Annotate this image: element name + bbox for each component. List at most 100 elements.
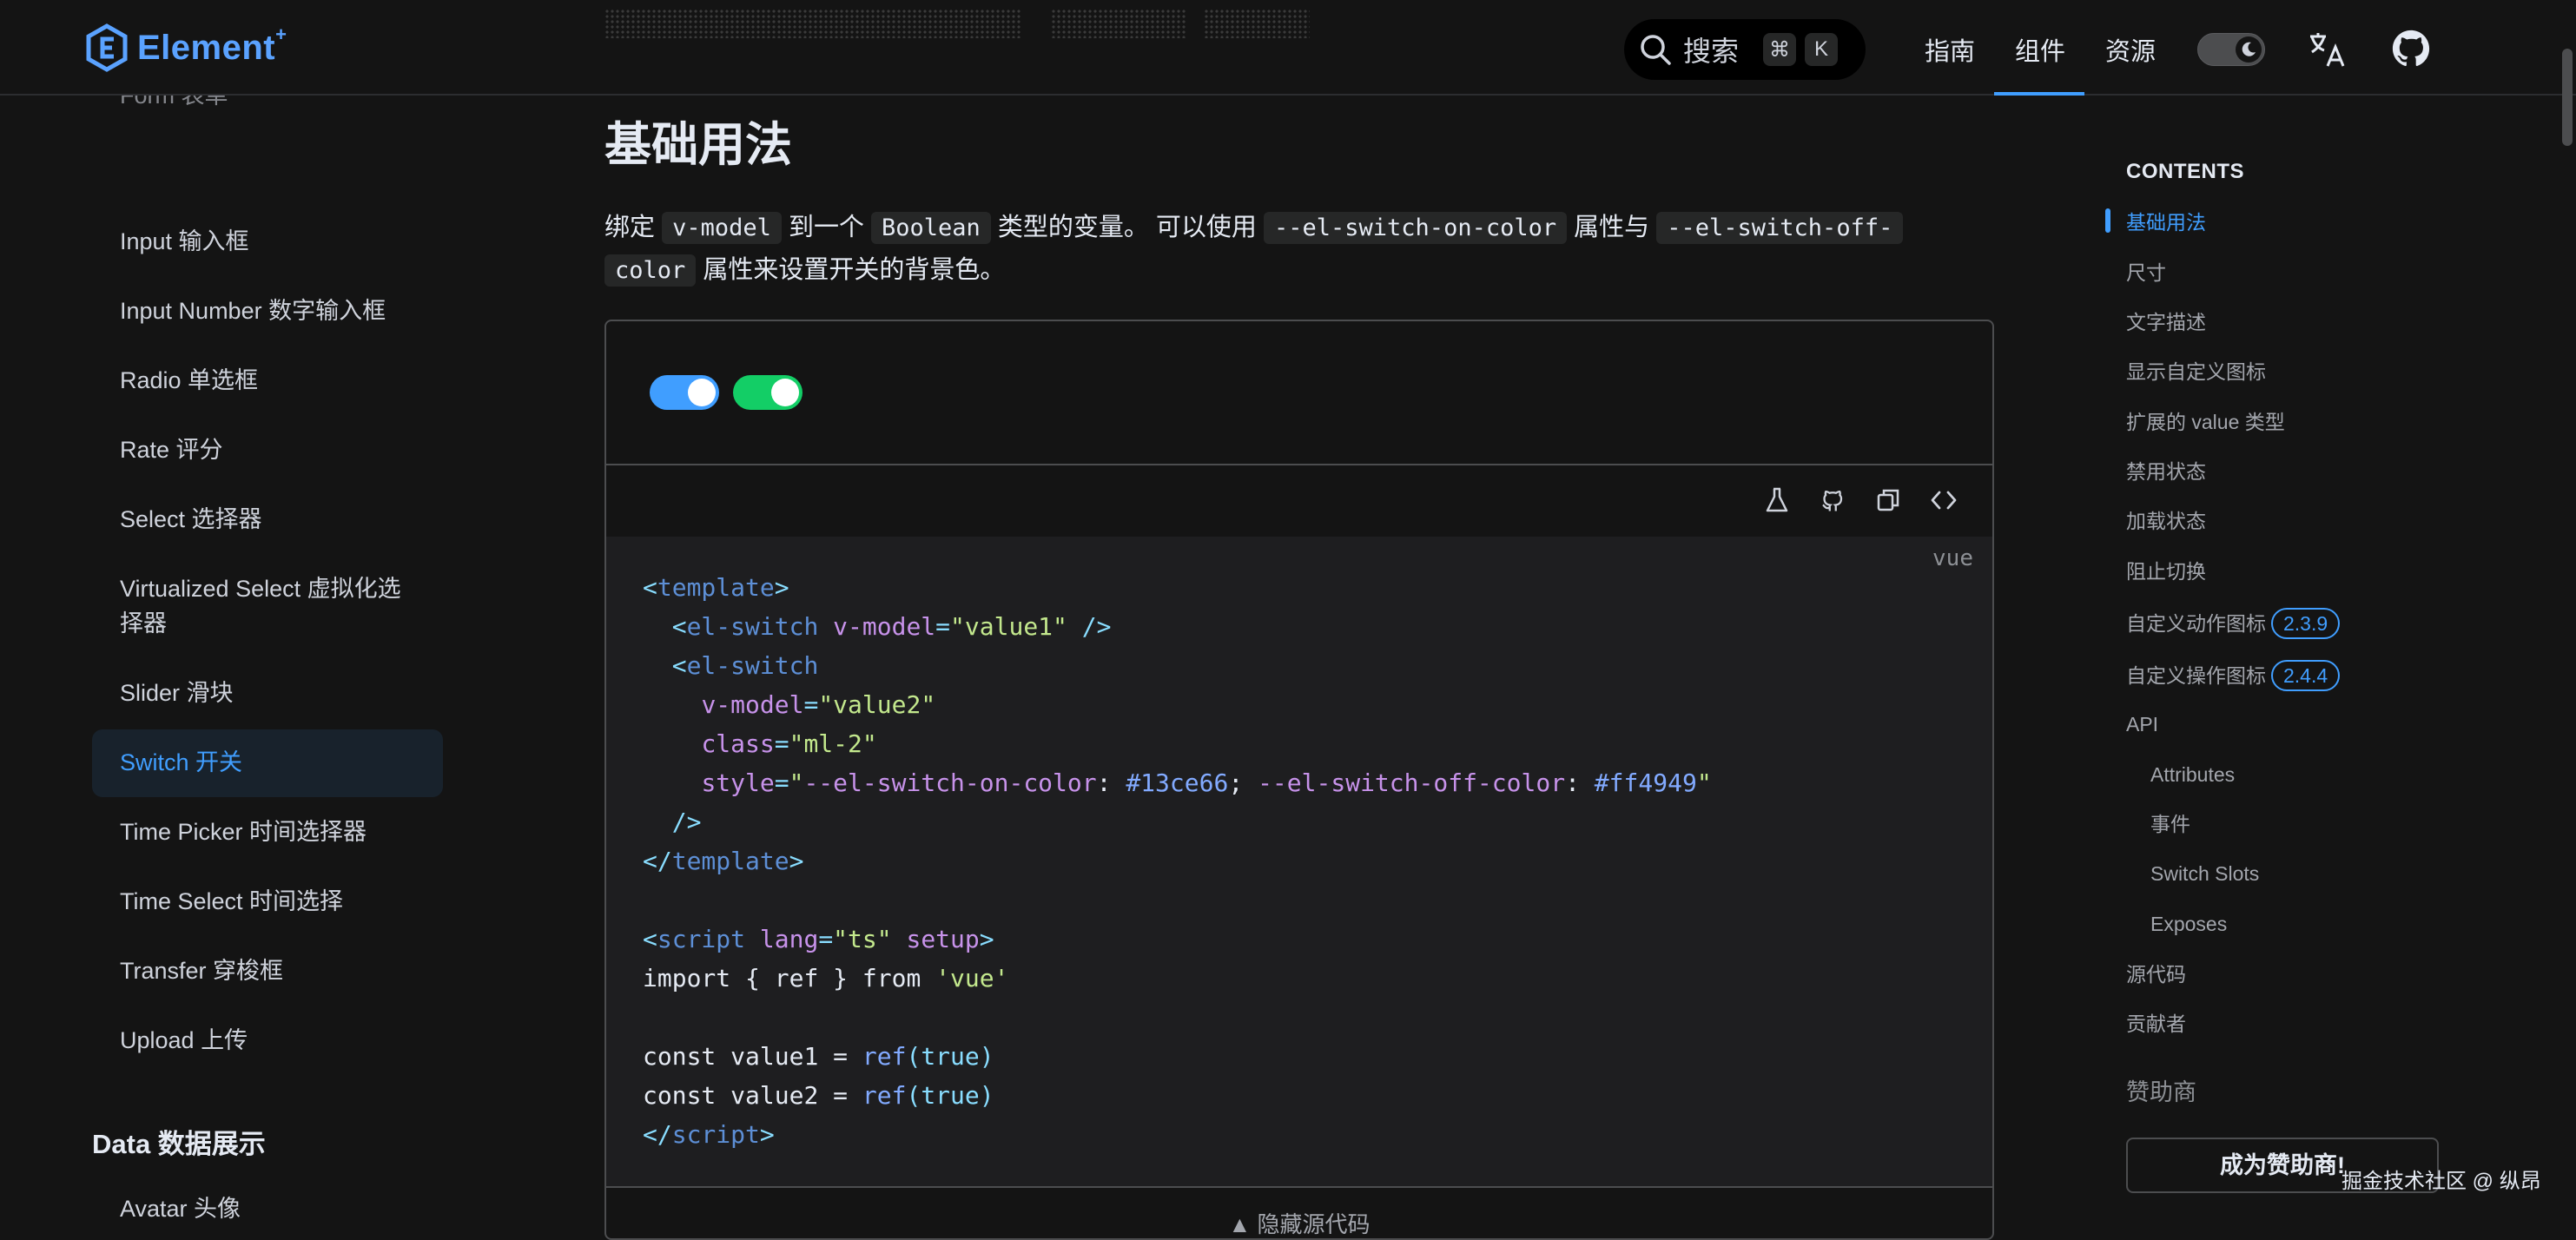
copy-code-icon[interactable] [1873, 485, 1904, 516]
toc-active-indicator [2105, 208, 2110, 233]
inline-code: --el-switch-on-color [1264, 212, 1568, 244]
sponsor-label: 赞助商 [2126, 1079, 2196, 1105]
toc-item[interactable]: 贡献者 [2126, 1010, 2186, 1038]
code-line: const value1 = ref(true) [643, 1042, 994, 1071]
sidebar-item-virtualized-select[interactable]: Virtualized Select 虚拟化选 择器 [120, 571, 401, 641]
toc-item-label: API [2126, 713, 2159, 735]
toc-item[interactable]: Switch Slots [2150, 860, 2259, 887]
hide-source-button[interactable]: ▲ 隐藏源代码 [606, 1186, 1992, 1238]
nav-components[interactable]: 组件 [2015, 31, 2065, 68]
toc-item[interactable]: Exposes [2150, 910, 2227, 938]
toc-item-label: 事件 [2150, 813, 2190, 835]
sidebar: Form 表单 Input 输入框 Input Number 数字输入框 Rad… [0, 96, 469, 1223]
switch-knob [771, 379, 799, 406]
nav-guide[interactable]: 指南 [1925, 31, 1975, 68]
search-button[interactable]: 搜索 ⌘ K [1624, 19, 1866, 80]
github-icon[interactable] [2392, 30, 2430, 68]
sidebar-item-input[interactable]: Input 输入框 [120, 224, 249, 259]
view-source-icon[interactable] [1928, 485, 1959, 516]
desc-text: 属性来设置开关的背景色。 [703, 256, 1006, 284]
sidebar-item-form-partial[interactable]: Form 表单 [120, 96, 228, 113]
switch-knob [688, 379, 716, 406]
code-block: vue <template> <el-switch v-model="value… [606, 537, 1992, 1186]
toc-item[interactable]: 文字描述 [2126, 308, 2206, 336]
element-plus-logo[interactable]: Element+ [85, 23, 287, 73]
toc-item-label: 加载状态 [2126, 510, 2206, 532]
page-scrollbar[interactable] [2562, 49, 2573, 146]
toc-item-label: 禁用状态 [2126, 460, 2206, 483]
sidebar-item-select[interactable]: Select 选择器 [120, 502, 262, 537]
caret-up-icon: ▲ [1228, 1211, 1258, 1237]
code-line: class="ml-2" [701, 729, 877, 758]
search-label: 搜索 [1683, 36, 1740, 67]
toc-item[interactable]: 尺寸 [2126, 259, 2166, 287]
search-icon [1641, 35, 1671, 65]
toc-item[interactable]: Attributes [2150, 761, 2235, 788]
toc-item[interactable]: 扩展的 value 类型 [2126, 408, 2285, 436]
code-line: </script> [643, 1120, 775, 1149]
github-source-icon[interactable] [1817, 485, 1848, 516]
sidebar-item-upload[interactable]: Upload 上传 [120, 1023, 248, 1058]
shortcut-k-key: K [1805, 33, 1839, 66]
toc-item[interactable]: 禁用状态 [2126, 458, 2206, 485]
demo-block: vue <template> <el-switch v-model="value… [604, 320, 1994, 1240]
sidebar-item-time-picker[interactable]: Time Picker 时间选择器 [120, 815, 367, 849]
code-line: import { ref } from 'vue' [643, 964, 1009, 993]
switch-value2[interactable] [733, 375, 803, 410]
sidebar-item-label-line2: 择器 [120, 610, 167, 636]
sidebar-item-rate[interactable]: Rate 评分 [120, 432, 223, 467]
code-line: <el-switch v-model="value1" /> [671, 612, 1112, 641]
desc-text: 类型的变量。 可以使用 [997, 214, 1257, 241]
desc-text: 绑定 [604, 214, 656, 241]
sidebar-item-slider[interactable]: Slider 滑块 [120, 676, 234, 710]
toc-item-label: 显示自定义图标 [2126, 360, 2266, 383]
header-decoration [1204, 9, 1310, 38]
top-navbar: Element+ 搜索 ⌘ K 指南 组件 资源 [0, 0, 2576, 96]
inline-code: Boolean [871, 212, 991, 244]
switch-value1[interactable] [650, 375, 719, 410]
inline-code: --el-switch-off- [1656, 212, 1904, 244]
section-description: 绑定 v-model 到一个 Boolean 类型的变量。 可以使用 --el-… [604, 207, 1959, 292]
sidebar-item-input-number[interactable]: Input Number 数字输入框 [120, 294, 386, 328]
toc-item-label: Switch Slots [2150, 862, 2260, 885]
sidebar-item-transfer[interactable]: Transfer 穿梭框 [120, 953, 283, 988]
sidebar-item-radio[interactable]: Radio 单选框 [120, 363, 258, 398]
toc-item[interactable]: API [2126, 710, 2158, 738]
section-heading: 基础用法 [604, 119, 792, 171]
toc-item[interactable]: 自定义操作图标 2.4.4 [2126, 660, 2341, 691]
sidebar-item-avatar[interactable]: Avatar 头像 [120, 1191, 241, 1223]
moon-icon [2242, 42, 2256, 56]
toc-item[interactable]: 加载状态 [2126, 507, 2206, 535]
toc-item[interactable]: 阻止切换 [2126, 557, 2206, 585]
demo-preview [606, 321, 1992, 465]
code-line: style="--el-switch-on-color: #13ce66; --… [701, 768, 1712, 797]
sidebar-item-time-select[interactable]: Time Select 时间选择 [120, 884, 343, 919]
toc-item[interactable]: 事件 [2150, 810, 2190, 838]
header-decoration [604, 9, 1021, 38]
nav-resources[interactable]: 资源 [2105, 31, 2156, 68]
toc-item[interactable]: 基础用法 [2126, 208, 2206, 236]
code-line: <script lang="ts" setup> [643, 925, 994, 953]
sidebar-group-data: Data 数据展示 [92, 1129, 266, 1159]
code-line: <template> [643, 573, 789, 602]
toc-item[interactable]: 源代码 [2126, 960, 2186, 988]
code-line: <el-switch [671, 651, 819, 680]
toc-item-label: 源代码 [2126, 963, 2186, 986]
translate-icon[interactable] [2307, 30, 2347, 69]
toc-item-label: 基础用法 [2126, 211, 2206, 234]
toc-item[interactable]: 显示自定义图标 [2126, 358, 2266, 386]
toc-item-label: 扩展的 value 类型 [2126, 411, 2285, 433]
toc-item-label: Exposes [2150, 913, 2228, 935]
shortcut-mod-key: ⌘ [1763, 33, 1797, 66]
sidebar-item-switch[interactable]: Switch 开关 [120, 745, 242, 780]
playground-icon[interactable] [1761, 485, 1793, 516]
inline-code: v-model [662, 212, 782, 244]
dark-mode-toggle[interactable] [2197, 33, 2265, 66]
version-badge: 2.3.9 [2271, 608, 2341, 639]
code-language: vue [1932, 545, 1973, 571]
inline-code: color [604, 254, 697, 287]
code-line: const value2 = ref(true) [643, 1081, 994, 1110]
toc-item-label: 阻止切换 [2126, 560, 2206, 583]
code-line: </template> [643, 847, 804, 875]
toc-item[interactable]: 自定义动作图标 2.3.9 [2126, 608, 2341, 639]
